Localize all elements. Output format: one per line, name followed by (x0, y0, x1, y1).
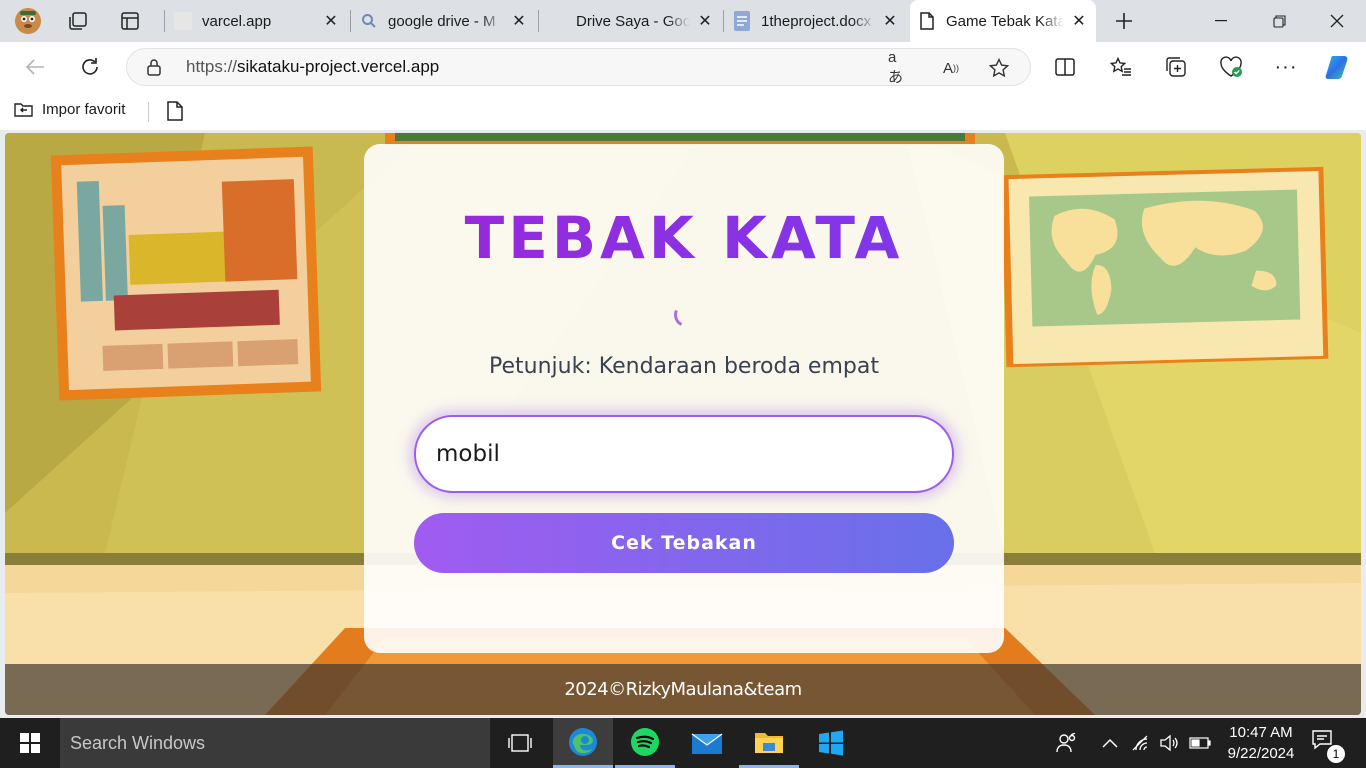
url-text[interactable]: https://sikataku-project.vercel.app (186, 57, 439, 77)
lock-icon[interactable] (146, 58, 162, 81)
close-tab-icon[interactable]: ✕ (696, 12, 714, 30)
address-bar[interactable]: https://sikataku-project.vercel.app aあ A… (126, 48, 1031, 86)
docs-icon (733, 11, 751, 31)
profile-avatar-icon[interactable] (10, 3, 46, 39)
page-icon (918, 12, 936, 30)
game-title: TEBAK KATA (364, 204, 1004, 272)
page-viewport: TEBAK KATA Petunjuk: Kendaraan beroda em… (5, 133, 1361, 715)
taskbar: Search Windows 10:47 AM 9/22/2024 1 (0, 718, 1366, 768)
spotify-taskbar-icon[interactable] (615, 718, 675, 768)
tab-strip: varcel.app ✕ google drive - M ✕ Drive Sa… (0, 0, 1366, 42)
favorites-bar: Impor favorit (0, 92, 1366, 130)
copilot-icon[interactable] (1322, 50, 1356, 84)
workspaces-icon[interactable] (60, 3, 96, 39)
more-options-icon[interactable]: ··· (1269, 50, 1303, 84)
tab-title: google drive - M (388, 12, 496, 30)
favorite-star-icon[interactable] (988, 57, 1010, 79)
taskbar-search-box[interactable]: Search Windows (60, 718, 490, 768)
import-icon (14, 103, 33, 117)
file-explorer-taskbar-icon[interactable] (739, 718, 799, 768)
import-favorites-label: Impor favorit (42, 100, 126, 118)
windows-start-icon[interactable] (0, 718, 60, 768)
blank-page-icon (174, 12, 192, 30)
tab-varcel[interactable]: varcel.app ✕ (166, 4, 348, 38)
page-footer: 2024©RizkyMaulana&team (5, 664, 1361, 715)
loading-spinner-icon (670, 299, 702, 331)
clock-time: 10:47 AM (1229, 724, 1293, 741)
hint-text: Petunjuk: Kendaraan beroda empat (489, 354, 879, 379)
new-tab-icon[interactable] (1106, 3, 1142, 39)
tab-title: Game Tebak Kata (946, 12, 1064, 30)
system-clock[interactable]: 10:47 AM 9/22/2024 (1215, 722, 1307, 764)
wifi-icon[interactable] (1128, 718, 1154, 768)
import-favorites-button[interactable]: Impor favorit (14, 100, 125, 118)
tab-title: varcel.app (202, 12, 272, 30)
search-placeholder: Search Windows (70, 732, 206, 753)
close-tab-icon[interactable]: ✕ (322, 12, 340, 30)
tab-title: 1theproject.docx (761, 12, 872, 30)
mail-taskbar-icon[interactable] (677, 718, 737, 768)
tab-1theproject-docx[interactable]: 1theproject.docx ✕ (725, 4, 907, 38)
clock-date: 9/22/2024 (1227, 745, 1295, 762)
url-scheme: https:// (186, 57, 238, 76)
url-host: sikataku-project.vercel.app (237, 57, 440, 76)
tab-google-drive-search[interactable]: google drive - M ✕ (352, 4, 536, 38)
refresh-icon[interactable] (73, 50, 107, 84)
people-icon[interactable] (1052, 718, 1082, 768)
check-guess-button[interactable]: Cek Tebakan (414, 513, 954, 573)
close-tab-icon[interactable]: ✕ (881, 12, 899, 30)
collections-icon[interactable] (1159, 50, 1193, 84)
favorite-page-icon[interactable] (166, 101, 184, 126)
minimize-icon[interactable] (1192, 0, 1250, 42)
back-arrow-icon[interactable] (18, 50, 52, 84)
tab-game-tebak-kata[interactable]: Game Tebak Kata ✕ (910, 0, 1096, 42)
split-screen-icon[interactable] (1048, 50, 1082, 84)
google-drive-icon (548, 12, 566, 30)
search-icon (360, 12, 378, 30)
close-tab-icon[interactable]: ✕ (1070, 12, 1088, 30)
restore-icon[interactable] (1250, 0, 1308, 42)
edge-taskbar-icon[interactable] (553, 718, 613, 768)
notification-count-badge: 1 (1327, 745, 1345, 763)
tab-title: Drive Saya - Goo (576, 12, 690, 30)
task-view-icon[interactable] (490, 718, 550, 768)
favorites-icon[interactable] (1104, 50, 1138, 84)
close-tab-icon[interactable]: ✕ (510, 12, 528, 30)
browser-essentials-icon[interactable] (1214, 50, 1248, 84)
battery-icon[interactable] (1187, 718, 1213, 768)
game-card: TEBAK KATA Petunjuk: Kendaraan beroda em… (364, 144, 1004, 653)
volume-icon[interactable] (1156, 718, 1182, 768)
close-window-icon[interactable] (1308, 0, 1366, 42)
guess-input[interactable] (414, 415, 954, 493)
navigation-bar: https://sikataku-project.vercel.app aあ A… (0, 42, 1366, 92)
show-hidden-icons-chevron[interactable] (1098, 718, 1122, 768)
tab-actions-icon[interactable] (112, 3, 148, 39)
translate-icon[interactable]: aあ (888, 49, 910, 86)
store-taskbar-icon[interactable] (801, 718, 861, 768)
read-aloud-icon[interactable]: A)) (940, 57, 962, 79)
tab-drive-saya[interactable]: Drive Saya - Goo ✕ (540, 4, 722, 38)
